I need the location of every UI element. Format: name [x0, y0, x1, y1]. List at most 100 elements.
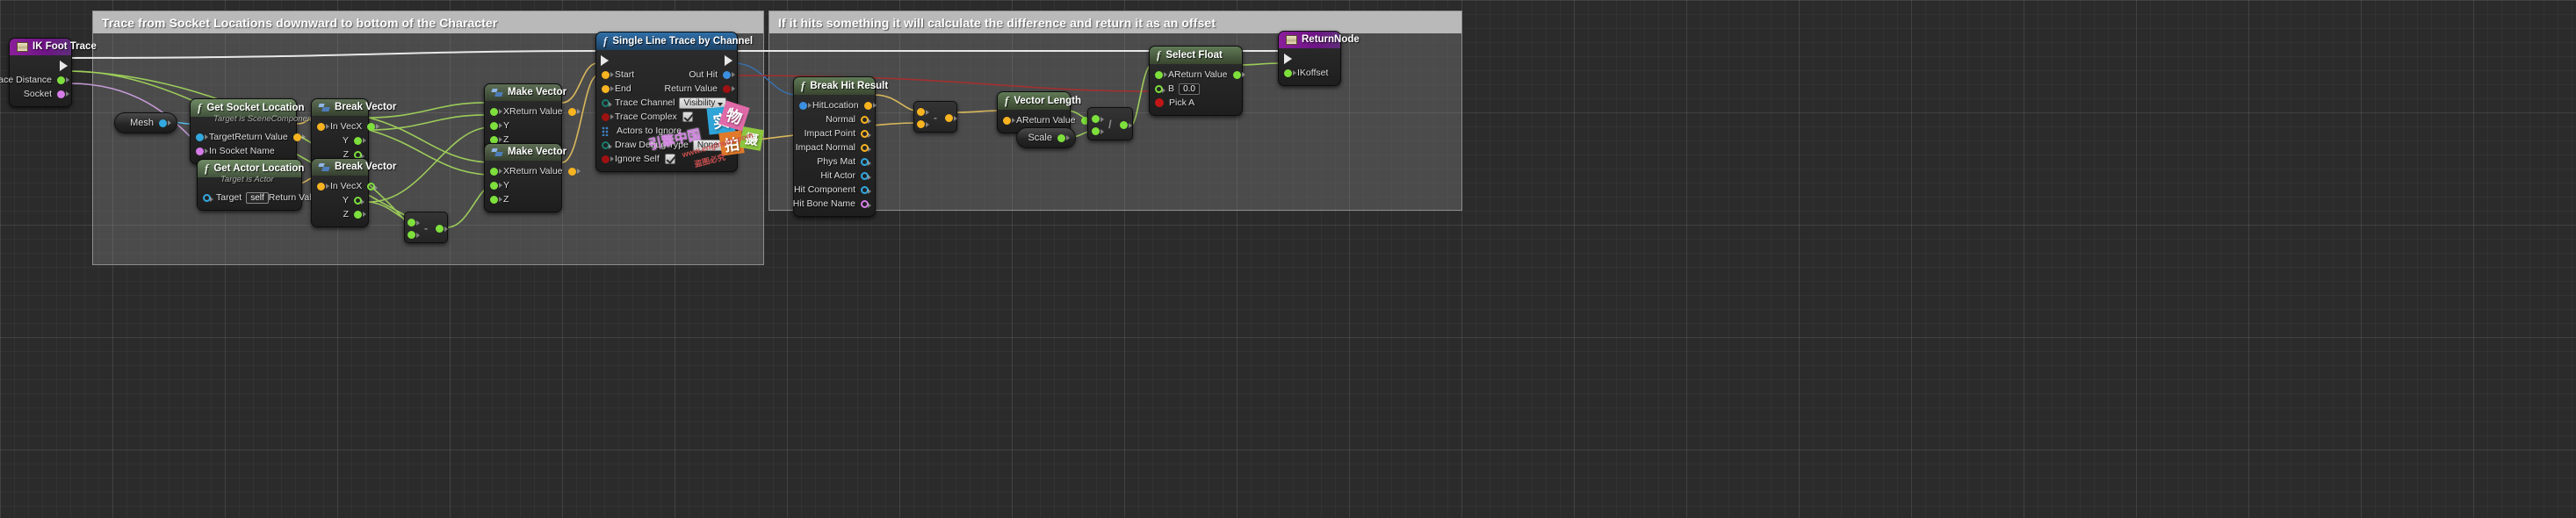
pin-socket[interactable] — [57, 90, 65, 98]
pin-row-draw-debug-type[interactable]: Draw Debug Type None — [596, 138, 737, 152]
pin-row-in-socket-name[interactable]: In Socket Name — [191, 144, 296, 158]
pin-y[interactable] — [490, 122, 498, 130]
pin-row-ikoffset[interactable]: IKoffset — [1279, 66, 1340, 80]
pin-z[interactable] — [490, 196, 498, 204]
pin-trace-channel[interactable] — [602, 99, 610, 107]
exec-output-pin[interactable] — [725, 55, 732, 66]
pin-row-y[interactable]: Y — [485, 119, 561, 133]
pin-out-hit[interactable] — [723, 71, 731, 79]
pin-row-end[interactable]: End Return Value — [596, 82, 737, 96]
node-return[interactable]: ReturnNode IKoffset — [1278, 31, 1341, 86]
pin-row-hit[interactable]: Hit Location — [794, 98, 875, 112]
pin-row-x[interactable]: X Return Value — [485, 104, 561, 119]
pin-b[interactable] — [917, 120, 925, 128]
pin-row-trace-distance[interactable]: Trace Distance — [10, 73, 71, 87]
pin-row-start[interactable]: Start Out Hit — [596, 68, 737, 82]
trace-channel-dropdown[interactable]: Visibility — [679, 97, 726, 109]
pin-row-exec-out[interactable] — [10, 59, 71, 73]
pin-z[interactable] — [354, 211, 362, 219]
pin-y[interactable] — [354, 197, 362, 205]
exec-input-pin[interactable] — [1284, 54, 1292, 64]
pin-result[interactable] — [1120, 121, 1128, 129]
b-value-field[interactable]: 0.0 — [1179, 83, 1200, 95]
pin-row-hit-actor[interactable]: Hit Actor — [794, 169, 875, 183]
node-divide-float[interactable]: / — [1087, 107, 1133, 140]
pin-row-z[interactable]: Z — [312, 207, 368, 221]
pin-x[interactable] — [367, 123, 375, 131]
pin-hit-actor[interactable] — [861, 172, 869, 180]
pin-scale-out[interactable] — [1057, 134, 1065, 142]
pin-location[interactable] — [864, 102, 872, 110]
pin-a[interactable] — [408, 219, 415, 227]
pin-a[interactable] — [1003, 117, 1011, 125]
exec-output-pin[interactable] — [60, 61, 68, 71]
pin-row-a[interactable]: A Return Value — [998, 113, 1070, 127]
pin-a[interactable] — [1092, 115, 1100, 123]
array-pin-icon[interactable] — [602, 126, 611, 136]
pin-row-b[interactable]: B 0.0 — [1150, 82, 1242, 96]
pin-impact-point[interactable] — [861, 130, 869, 138]
pin-row-normal[interactable]: Normal — [794, 112, 875, 126]
node-break-vector-2[interactable]: Break Vector In Vec X Y Z — [311, 158, 369, 227]
pin-row-hit-component[interactable]: Hit Component — [794, 183, 875, 197]
pin-row-exec[interactable] — [596, 54, 737, 68]
pin-start[interactable] — [602, 71, 610, 79]
pin-result[interactable] — [945, 114, 953, 122]
pin-row-a[interactable]: A Return Value — [1150, 68, 1242, 82]
node-scale-variable[interactable]: Scale — [1016, 127, 1076, 148]
pin-row-hit-bone-name[interactable]: Hit Bone Name — [794, 197, 875, 211]
pin-target[interactable] — [196, 133, 204, 141]
pin-row-in-vec[interactable]: In Vec X — [312, 119, 368, 133]
pin-row-ignore-self[interactable]: Ignore Self — [596, 152, 737, 166]
node-make-vector-2[interactable]: Make Vector X Return Value Y Z — [484, 143, 562, 212]
pin-draw-debug-type[interactable] — [602, 141, 610, 149]
pin-a[interactable] — [1155, 71, 1163, 79]
node-get-socket-location[interactable]: f Get Socket Location Target is SceneCom… — [190, 98, 297, 164]
node-subtract-float[interactable]: - — [404, 212, 448, 243]
pin-b[interactable] — [1155, 85, 1163, 93]
blueprint-graph-canvas[interactable]: Trace from Socket Locations downward to … — [0, 0, 2576, 518]
pin-target[interactable] — [203, 194, 211, 202]
pin-row-target[interactable]: Target self Return Value — [198, 191, 301, 205]
ignore-self-checkbox[interactable] — [665, 154, 675, 164]
pin-return-value[interactable] — [1233, 71, 1241, 79]
node-break-hit-result[interactable]: f Break Hit Result Hit Location Normal I… — [793, 76, 876, 217]
pin-phys-mat[interactable] — [861, 158, 869, 166]
node-get-actor-location[interactable]: f Get Actor Location Target is Actor Tar… — [197, 159, 302, 211]
pin-in-socket-name[interactable] — [196, 147, 204, 155]
pin-row-z[interactable]: Z — [485, 192, 561, 206]
pin-return-value[interactable] — [568, 168, 576, 176]
node-mesh-variable[interactable]: Mesh — [114, 112, 177, 133]
pin-normal[interactable] — [861, 116, 869, 124]
pin-row-phys-mat[interactable]: Phys Mat — [794, 155, 875, 169]
pin-hit-bone-name[interactable] — [861, 200, 869, 208]
target-self-value[interactable]: self — [246, 192, 269, 204]
pin-return-value[interactable] — [568, 108, 576, 116]
pin-result[interactable] — [436, 225, 444, 233]
pin-y[interactable] — [354, 137, 362, 145]
pin-row-trace-channel[interactable]: Trace Channel Visibility — [596, 96, 737, 110]
draw-debug-type-dropdown[interactable]: None — [693, 140, 730, 151]
pin-in-vec[interactable] — [317, 123, 325, 131]
pin-a[interactable] — [917, 108, 925, 116]
pin-row-socket[interactable]: Socket — [10, 87, 71, 101]
pin-b[interactable] — [408, 231, 415, 239]
pin-trace-complex[interactable] — [602, 113, 610, 121]
pin-row-x[interactable]: X Return Value — [485, 164, 561, 178]
pin-row-trace-complex[interactable]: Trace Complex — [596, 110, 737, 124]
pin-row-target[interactable]: Target Return Value — [191, 130, 296, 144]
pin-b[interactable] — [1092, 127, 1100, 135]
pin-hit-component[interactable] — [861, 186, 869, 194]
pin-x[interactable] — [367, 183, 375, 191]
pin-row-y[interactable]: Y — [312, 133, 368, 147]
pin-end[interactable] — [602, 85, 610, 93]
pin-impact-normal[interactable] — [861, 144, 869, 152]
pin-in-vec[interactable] — [317, 183, 325, 191]
pin-row-in-vec[interactable]: In Vec X — [312, 179, 368, 193]
trace-complex-checkbox[interactable] — [682, 112, 693, 122]
pin-pick-a[interactable] — [1155, 98, 1164, 107]
node-subtract-vector[interactable]: - — [913, 101, 957, 133]
pin-row-pick-a[interactable]: Pick A — [1150, 96, 1242, 110]
pin-hit[interactable] — [799, 102, 807, 110]
node-ik-foot-trace[interactable]: IK Foot Trace Trace Distance Socket — [9, 38, 72, 107]
